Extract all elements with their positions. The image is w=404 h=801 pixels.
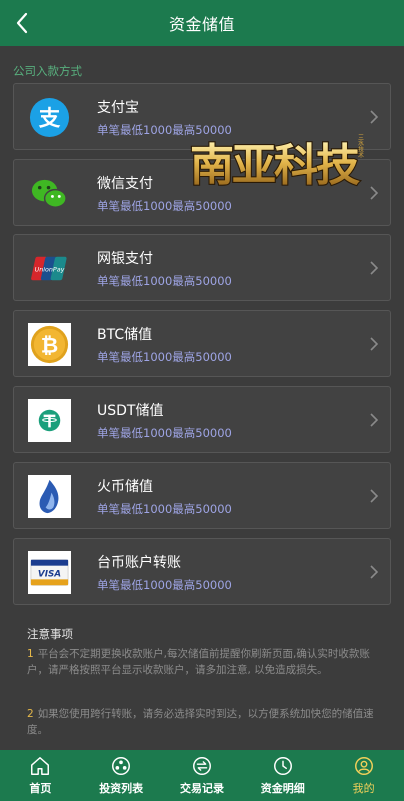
header-bar: 资金储值 bbox=[0, 0, 404, 46]
svg-text:VISA: VISA bbox=[38, 569, 61, 579]
svg-text:三水技术: 三水技术 bbox=[357, 134, 364, 159]
bitcoin-icon: ₿ bbox=[28, 323, 71, 366]
notice-item: 1 平台会不定期更换收款账户,每次储值前提醒你刷新页面,确认实时收款账户，请严格按… bbox=[27, 646, 377, 678]
tab-trade-records[interactable]: 交易记录 bbox=[162, 750, 243, 801]
payment-method-twd-transfer[interactable]: VISA 台币账户转账 单笔最低1000最高50000 bbox=[13, 538, 391, 605]
visa-card-icon: VISA bbox=[28, 551, 71, 594]
exchange-icon bbox=[193, 757, 211, 775]
method-limit: 单笔最低1000最高50000 bbox=[97, 578, 232, 592]
chevron-right-icon bbox=[370, 413, 379, 427]
chevron-left-icon[interactable] bbox=[10, 9, 38, 37]
payment-method-unionpay[interactable]: UnionPay 网银支付 单笔最低1000最高50000 bbox=[13, 234, 391, 301]
tab-investment-list[interactable]: 投资列表 bbox=[81, 750, 162, 801]
method-name: 支付宝 bbox=[97, 100, 139, 116]
method-name: 台币账户转账 bbox=[97, 555, 181, 571]
chevron-right-icon bbox=[370, 337, 379, 351]
tab-label: 交易记录 bbox=[179, 782, 224, 795]
method-name: 微信支付 bbox=[97, 176, 153, 192]
brand-watermark-logo: 南亚科技 三水技术 bbox=[189, 134, 364, 192]
section-label: 公司入款方式 bbox=[13, 64, 82, 78]
tab-label: 投资列表 bbox=[99, 782, 144, 795]
method-name: 火币储值 bbox=[97, 479, 153, 495]
tether-icon bbox=[28, 399, 71, 442]
svg-text:₿: ₿ bbox=[41, 333, 59, 358]
notice-text: 如果您使用跨行转账，请务必选择实时到达，以方便系统加快您的储值速度。 bbox=[27, 708, 374, 736]
tab-fund-details[interactable]: 资金明细 bbox=[242, 750, 323, 801]
chevron-right-icon bbox=[370, 489, 379, 503]
method-limit: 单笔最低1000最高50000 bbox=[97, 350, 232, 364]
method-name: 网银支付 bbox=[97, 251, 153, 267]
tab-label: 我的 bbox=[352, 782, 375, 795]
svg-text:UnionPay: UnionPay bbox=[35, 266, 65, 273]
tab-label: 资金明细 bbox=[260, 782, 305, 795]
tab-mine[interactable]: 我的 bbox=[323, 750, 404, 801]
home-icon bbox=[31, 757, 50, 775]
method-name: BTC储值 bbox=[97, 327, 153, 343]
notice-number: 2 bbox=[27, 708, 34, 720]
notice-number: 1 bbox=[27, 648, 34, 660]
chevron-right-icon bbox=[370, 565, 379, 579]
notice-text: 平台会不定期更换收款账户,每次储值前提醒你刷新页面,确认实时收款账户，请严格按照… bbox=[27, 648, 370, 676]
notice-item: 2 如果您使用跨行转账，请务必选择实时到达，以方便系统加快您的储值速度。 bbox=[27, 706, 377, 738]
method-limit: 单笔最低1000最高50000 bbox=[97, 426, 232, 440]
page-title: 资金储值 bbox=[168, 15, 235, 34]
clock-icon bbox=[273, 757, 292, 775]
method-limit: 单笔最低1000最高50000 bbox=[97, 502, 232, 516]
notice-title: 注意事项 bbox=[27, 627, 73, 641]
wechat-pay-icon bbox=[31, 179, 67, 208]
chevron-right-icon bbox=[370, 261, 379, 275]
payment-method-btc[interactable]: ₿ BTC储值 单笔最低1000最高50000 bbox=[13, 310, 391, 377]
svg-text:支: 支 bbox=[39, 106, 61, 131]
alipay-icon: 支 bbox=[29, 97, 70, 138]
bottom-tab-bar: 首页 投资列表 交易记录 资金明细 我的 bbox=[0, 750, 404, 801]
svg-text:南亚科技: 南亚科技 bbox=[190, 140, 360, 191]
user-icon bbox=[354, 757, 373, 775]
method-name: USDT储值 bbox=[97, 403, 164, 419]
investment-icon bbox=[112, 757, 131, 775]
unionpay-icon: UnionPay bbox=[31, 256, 67, 281]
payment-method-huobi[interactable]: 火币储值 单笔最低1000最高50000 bbox=[13, 462, 391, 529]
huobi-icon bbox=[28, 475, 71, 518]
tab-label: 首页 bbox=[29, 782, 52, 795]
payment-method-usdt[interactable]: USDT储值 单笔最低1000最高50000 bbox=[13, 386, 391, 453]
notice-panel: 注意事项 1 平台会不定期更换收款账户,每次储值前提醒你刷新页面,确认实时收款账户… bbox=[13, 618, 391, 744]
method-limit: 单笔最低1000最高50000 bbox=[97, 274, 232, 288]
tab-home[interactable]: 首页 bbox=[0, 750, 81, 801]
